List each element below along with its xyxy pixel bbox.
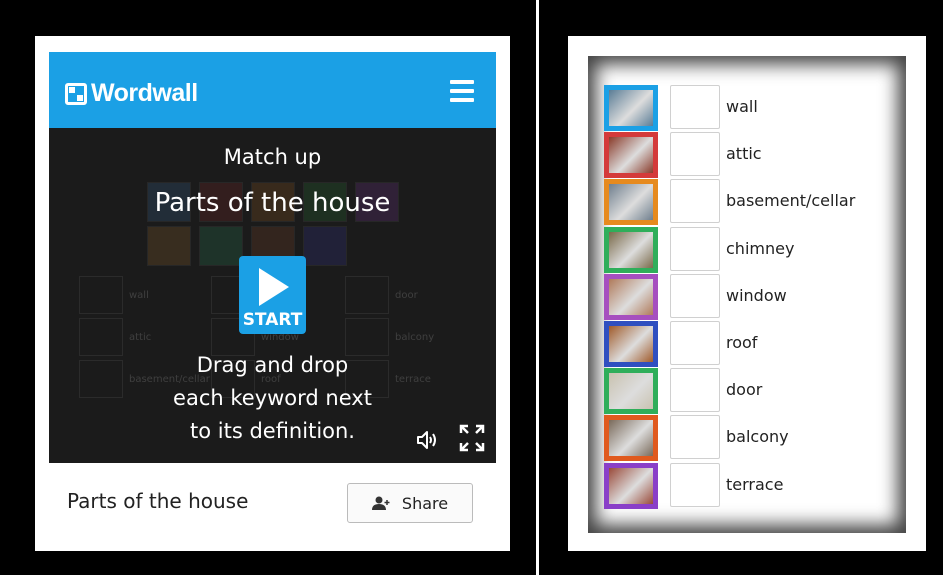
picture-card[interactable] [604,321,658,367]
answer-drop-box[interactable] [670,274,720,318]
picture-card[interactable] [604,274,658,320]
keyword-label: chimney [726,239,795,258]
picture-thumbnail [609,184,653,220]
keyword-label: door [726,380,763,399]
panel-divider [536,0,539,575]
answer-drop-box[interactable] [670,85,720,129]
picture-card[interactable] [604,132,658,178]
keyword-label: balcony [726,427,789,446]
picture-card[interactable] [604,415,658,461]
picture-thumbnail [609,279,653,315]
answer-drop-box[interactable] [670,415,720,459]
picture-thumbnail [609,232,653,268]
game-type-label: Match up [223,145,322,169]
picture-card[interactable] [604,179,658,225]
speaker-icon[interactable] [415,428,439,452]
picture-card[interactable] [604,463,658,509]
picture-thumbnail [609,326,653,362]
picture-thumbnail [609,468,653,504]
picture-card[interactable] [604,368,658,414]
picture-card[interactable] [604,85,658,131]
answer-drop-box[interactable] [670,179,720,223]
answer-drop-box[interactable] [670,368,720,412]
start-button[interactable]: START [239,256,306,334]
screenshot-collage: Wordwall wall door attic window balcony … [0,0,943,575]
activity-title: Parts of the house [154,188,391,218]
play-icon [259,268,289,306]
share-button[interactable]: Share [347,483,473,523]
keyword-label: attic [726,144,762,163]
wordwall-activity-screen: Wordwall wall door attic window balcony … [49,52,496,539]
keyword-label: window [726,286,787,305]
person-icon [371,496,390,510]
wordwall-logo[interactable]: Wordwall [65,79,198,108]
answer-drop-box[interactable] [670,132,720,176]
instruction-line: to its definition. [190,419,355,443]
keyword-label: roof [726,333,758,352]
hamburger-menu-icon[interactable] [450,80,474,102]
share-label: Share [401,493,449,513]
instruction-line: each keyword next [173,386,372,410]
fullscreen-icon[interactable] [459,424,485,452]
top-bar: Wordwall [49,52,496,128]
answer-drop-box[interactable] [670,321,720,365]
activity-footer: Parts of the house Share [49,463,496,539]
logo-icon [65,82,87,105]
instruction-line: Drag and drop [196,353,349,377]
brand-name: Wordwall [91,79,198,107]
answer-drop-box[interactable] [670,463,720,507]
instructions: Drag and drop each keyword next to its d… [129,349,416,448]
start-label: START [242,310,303,330]
picture-card[interactable] [604,227,658,273]
picture-thumbnail [609,373,653,409]
footer-title: Parts of the house [67,489,249,513]
keyword-label: basement/cellar [726,191,856,210]
picture-thumbnail [609,137,653,173]
keyword-label: terrace [726,475,784,494]
keyword-label: wall [726,97,758,116]
picture-thumbnail [609,90,653,126]
answer-drop-box[interactable] [670,227,720,271]
picture-thumbnail [609,420,653,456]
